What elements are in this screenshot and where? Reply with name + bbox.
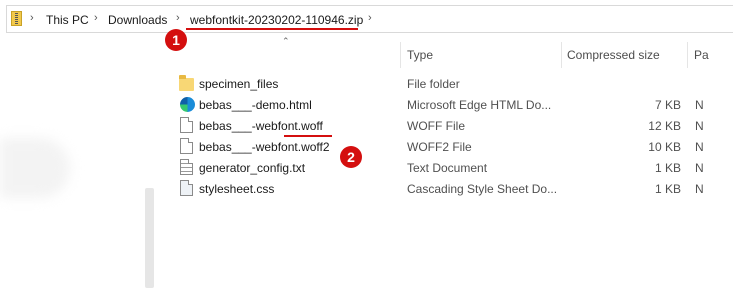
chevron-right-icon[interactable]: › [94, 12, 98, 24]
file-row-stylesheet[interactable]: stylesheet.css Cascading Style Sheet Do.… [170, 178, 733, 199]
column-header-type[interactable]: Type [401, 38, 561, 70]
column-header-name[interactable] [170, 38, 400, 70]
css-file-icon [180, 180, 193, 196]
file-ratio: N [695, 140, 704, 154]
file-type: Cascading Style Sheet Do... [407, 182, 558, 196]
file-size: 12 KB [648, 119, 681, 133]
file-row-specimen-files[interactable]: specimen_files File folder [170, 73, 733, 94]
text-file-icon [180, 159, 193, 175]
file-ratio: N [695, 119, 704, 133]
chevron-right-icon[interactable]: › [176, 12, 180, 24]
folder-icon [179, 75, 194, 91]
navigation-pane-blur [0, 138, 70, 198]
file-type: Microsoft Edge HTML Do... [407, 98, 552, 112]
file-size: 10 KB [648, 140, 681, 154]
column-header-ratio[interactable]: Pa [688, 38, 733, 70]
file-row-webfont-woff2[interactable]: bebas___-webfont.woff2 WOFF2 File 10 KB … [170, 136, 733, 157]
column-header-compressed-size[interactable]: Compressed size [562, 38, 687, 70]
column-header-compressed-size-label: Compressed size [567, 48, 660, 62]
file-row-webfont-woff[interactable]: bebas___-webfont.woff WOFF File 12 KB N [170, 115, 733, 136]
breadcrumb-this-pc[interactable]: This PC [46, 13, 89, 27]
file-size: 1 KB [654, 161, 681, 175]
chevron-right-icon[interactable]: › [368, 12, 372, 24]
file-type: File folder [407, 77, 460, 91]
zip-folder-icon [11, 11, 22, 26]
file-icon [180, 138, 193, 154]
file-name: generator_config.txt [199, 161, 306, 175]
file-name: bebas___-webfont.woff2 [199, 140, 330, 154]
column-header-ratio-label: Pa [694, 48, 709, 62]
file-row-generator-config[interactable]: generator_config.txt Text Document 1 KB … [170, 157, 733, 178]
breadcrumb-downloads[interactable]: Downloads [108, 13, 167, 27]
file-icon [180, 117, 193, 133]
file-name: stylesheet.css [199, 182, 275, 196]
address-bar[interactable]: › This PC › Downloads › webfontkit-20230… [0, 0, 733, 38]
file-type: WOFF2 File [407, 140, 472, 154]
navigation-pane[interactable] [0, 38, 160, 290]
file-ratio: N [695, 98, 704, 112]
navigation-scrollbar[interactable] [145, 188, 154, 288]
file-row-demo-html[interactable]: bebas___-demo.html Microsoft Edge HTML D… [170, 94, 733, 115]
file-name: bebas___-demo.html [199, 98, 312, 112]
file-type: WOFF File [407, 119, 465, 133]
chevron-right-icon[interactable]: › [30, 12, 34, 24]
breadcrumb-zip[interactable]: webfontkit-20230202-110946.zip [190, 13, 363, 27]
file-name: bebas___-webfont.woff [199, 119, 323, 133]
edge-icon [180, 97, 195, 112]
file-size: 1 KB [654, 182, 681, 196]
file-name: specimen_files [199, 77, 279, 91]
file-ratio: N [695, 182, 704, 196]
file-type: Text Document [407, 161, 488, 175]
file-size: 7 KB [654, 98, 681, 112]
file-ratio: N [695, 161, 704, 175]
annotation-underline-1 [186, 28, 358, 30]
column-header-type-label: Type [407, 48, 434, 62]
